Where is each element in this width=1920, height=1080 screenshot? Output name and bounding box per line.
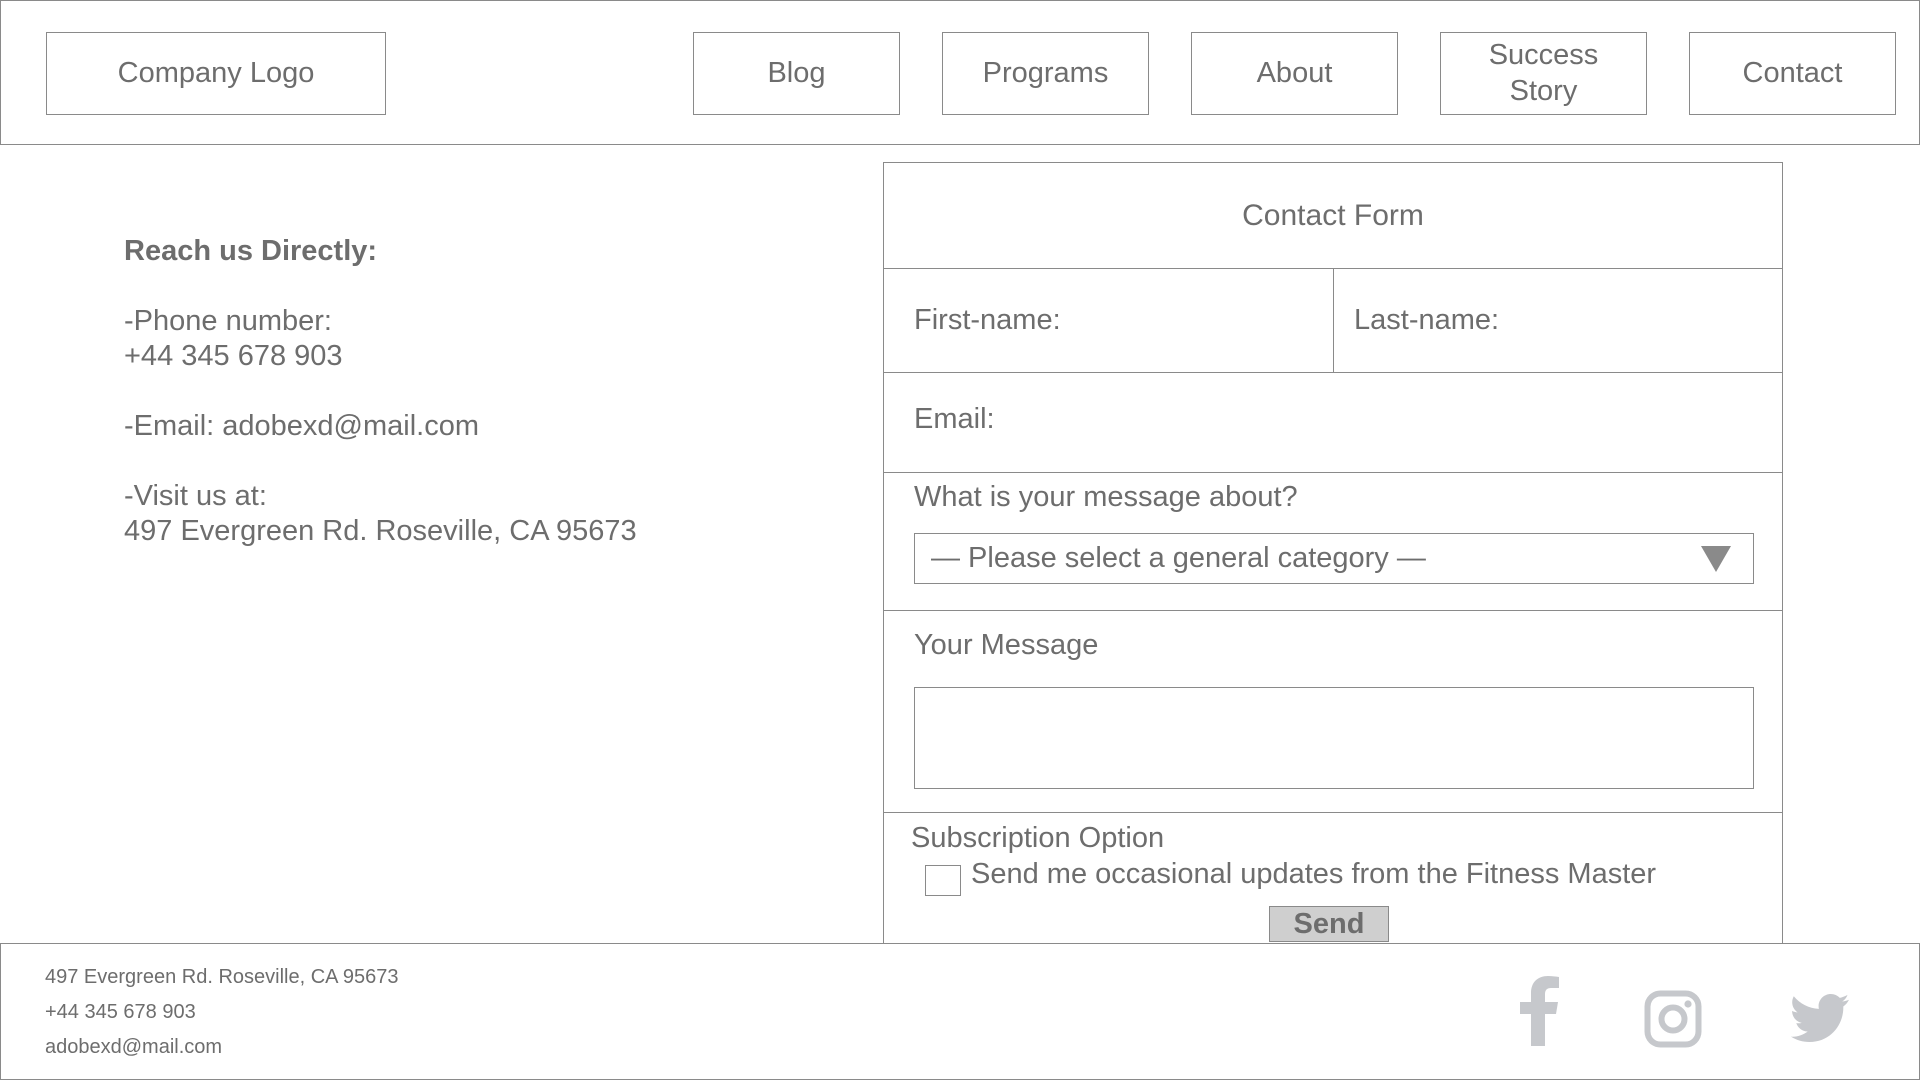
name-row: First-name: Last-name: (884, 269, 1782, 373)
triangle-down-icon (1701, 546, 1731, 572)
form-title: Contact Form (884, 163, 1782, 269)
first-name-field[interactable]: First-name: (884, 269, 1334, 372)
contact-info: Reach us Directly: -Phone number: +44 34… (124, 234, 844, 549)
email-field[interactable]: Email: (884, 373, 1782, 473)
footer-address: 497 Evergreen Rd. Roseville, CA 95673 (45, 966, 399, 988)
message-row: Your Message (884, 611, 1782, 813)
nav-item-programs[interactable]: Programs (942, 32, 1149, 115)
header: Company Logo Blog Programs About Success… (0, 0, 1920, 145)
company-logo-text: Company Logo (117, 56, 315, 89)
nav-item-blog-label: Blog (767, 56, 826, 89)
email-label: Email: (914, 403, 995, 435)
footer: 497 Evergreen Rd. Roseville, CA 95673 +4… (0, 943, 1920, 1080)
twitter-icon[interactable] (1791, 994, 1849, 1042)
nav-item-contact[interactable]: Contact (1689, 32, 1896, 115)
phone-value: +44 345 678 903 (124, 340, 343, 372)
nav-item-about[interactable]: About (1191, 32, 1398, 115)
message-label: Your Message (914, 629, 1099, 661)
subscription-label: Subscription Option (911, 822, 1165, 854)
message-textarea[interactable] (914, 687, 1754, 789)
last-name-label: Last-name: (1354, 304, 1500, 336)
send-button-label: Send (1293, 907, 1365, 940)
category-select[interactable]: — Please select a general category — (914, 533, 1754, 584)
contact-info-heading: Reach us Directly: (124, 235, 378, 267)
email-line: -Email: adobexd@mail.com (124, 410, 480, 442)
topic-row: What is your message about? — Please sel… (884, 473, 1782, 611)
contact-form: Contact Form First-name: Last-name: Emai… (883, 162, 1783, 944)
category-select-value: — Please select a general category — (931, 542, 1426, 574)
subscription-checkbox[interactable] (925, 865, 961, 896)
address-value: 497 Evergreen Rd. Roseville, CA 95673 (124, 515, 637, 547)
form-title-text: Contact Form (1242, 198, 1424, 232)
topic-label: What is your message about? (914, 481, 1298, 513)
first-name-label: First-name: (914, 304, 1061, 336)
company-logo: Company Logo (46, 32, 386, 115)
footer-phone: +44 345 678 903 (45, 1001, 196, 1023)
phone-label: -Phone number: (124, 305, 332, 337)
nav-item-programs-label: Programs (982, 56, 1109, 89)
footer-email: adobexd@mail.com (45, 1036, 223, 1058)
last-name-field[interactable]: Last-name: (1334, 269, 1782, 372)
send-button[interactable]: Send (1269, 906, 1389, 942)
visit-label: -Visit us at: (124, 480, 267, 512)
nav-item-about-label: About (1256, 56, 1333, 89)
nav-item-success-story-label: Success Story (1488, 39, 1599, 107)
instagram-icon[interactable] (1644, 990, 1702, 1048)
nav-item-success-story[interactable]: Success Story (1440, 32, 1647, 115)
facebook-icon[interactable] (1518, 976, 1564, 1046)
nav-item-blog[interactable]: Blog (693, 32, 900, 115)
nav-item-contact-label: Contact (1742, 56, 1843, 89)
subscription-checkbox-label[interactable]: Send me occasional updates from the Fitn… (971, 858, 1656, 891)
